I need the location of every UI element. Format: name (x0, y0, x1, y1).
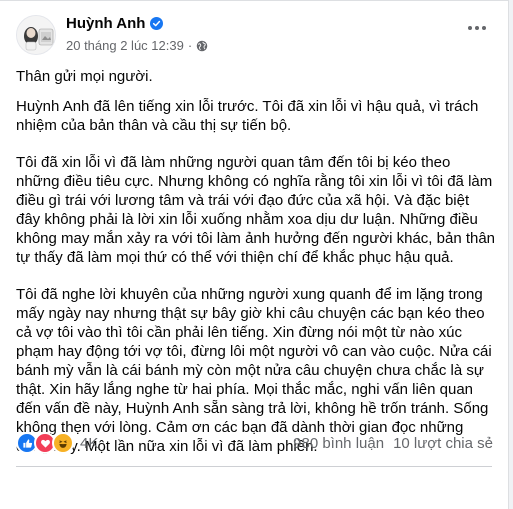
post-paragraph: Tôi đã nghe lời khuyên của những người x… (16, 286, 492, 455)
post-timestamp[interactable]: 20 tháng 2 lúc 12:39 (66, 38, 184, 53)
globe-icon[interactable] (196, 40, 208, 52)
reactions-bar: 4K 980 bình luận 10 lượt chia sẻ (16, 432, 493, 454)
post-paragraph: Tôi đã xin lỗi vì đã làm những người qua… (16, 154, 496, 266)
meta-separator: · (187, 38, 193, 53)
post-content: Thân gửi mọi người. Huỳnh Anh đã lên tiế… (16, 67, 496, 474)
share-count[interactable]: 10 lượt chia sẻ (393, 435, 493, 452)
author-avatar[interactable] (16, 15, 56, 55)
author-name[interactable]: Huỳnh Anh (66, 15, 145, 32)
post-paragraph: Huỳnh Anh đã lên tiếng xin lỗi trước. Tô… (16, 98, 479, 134)
verified-badge-icon (150, 17, 164, 30)
post-paragraph: Thân gửi mọi người. (16, 68, 153, 85)
haha-reaction-icon (52, 432, 74, 454)
post-header: Huỳnh Anh 20 tháng 2 lúc 12:39 · (0, 1, 508, 63)
reaction-icons[interactable] (16, 432, 74, 454)
avatar-image (17, 16, 55, 54)
more-options-icon[interactable] (468, 26, 486, 30)
comment-count[interactable]: 980 bình luận (293, 435, 384, 452)
divider (16, 466, 492, 467)
reaction-count[interactable]: 4K (80, 435, 98, 452)
post-card: Huỳnh Anh 20 tháng 2 lúc 12:39 · Thân gử… (0, 0, 509, 509)
